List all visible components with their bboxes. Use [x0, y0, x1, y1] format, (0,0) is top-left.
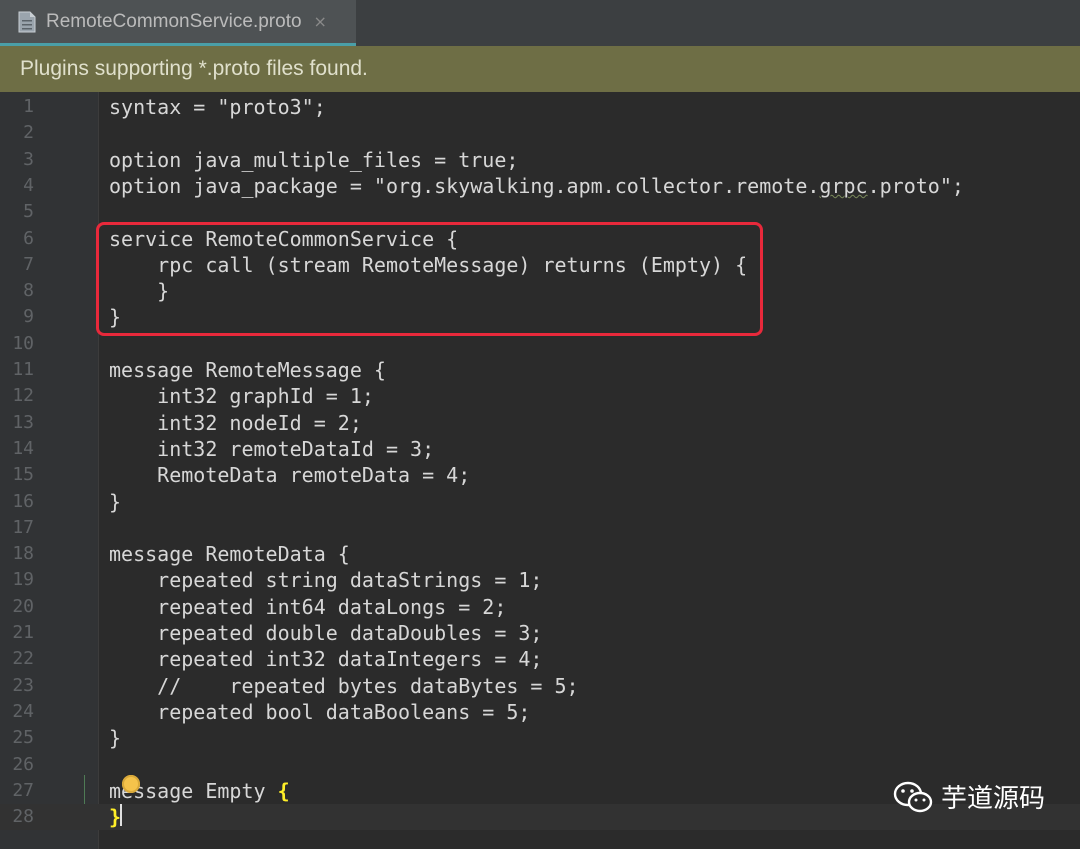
code-line[interactable]: 21 repeated double dataDoubles = 3;: [0, 620, 1080, 646]
line-number: 14: [12, 437, 34, 459]
line-number: 1: [23, 96, 34, 117]
code-line[interactable]: 24 repeated bool dataBooleans = 5;: [0, 699, 1080, 725]
line-number: 10: [12, 332, 34, 354]
wechat-icon: [893, 781, 933, 812]
line-number: 5: [23, 201, 34, 223]
code-text: RemoteData remoteData = 4;: [109, 463, 471, 488]
code-text: }: [109, 489, 122, 514]
code-line[interactable]: 2: [0, 120, 1080, 146]
lightbulb-icon[interactable]: [122, 775, 140, 793]
line-number: 23: [12, 674, 34, 696]
watermark-text: 芋道源码: [941, 784, 1046, 814]
spelling-squiggle: grpc: [819, 173, 868, 198]
line-number: 26: [12, 753, 34, 775]
code-line[interactable]: 1 syntax = "proto3";: [0, 94, 1080, 120]
code-line[interactable]: 22 repeated int32 dataIntegers = 4;: [0, 646, 1080, 672]
code-text: int32 remoteDataId = 3;: [109, 436, 435, 461]
banner-text: Plugins supporting *.proto files found.: [20, 57, 368, 80]
code-text: repeated int32 dataIntegers = 4;: [109, 647, 543, 672]
code-text: option java_package = "org.skywalking.ap…: [109, 173, 964, 198]
code-line[interactable]: 18 message RemoteData {: [0, 541, 1080, 567]
matching-brace: {: [277, 778, 290, 803]
code-line[interactable]: 23 // repeated bytes dataBytes = 5;: [0, 673, 1080, 699]
code-line[interactable]: 15 RemoteData remoteData = 4;: [0, 462, 1080, 488]
watermark: 芋道源码: [893, 778, 1045, 815]
line-number: 22: [12, 648, 34, 670]
line-number: 27: [12, 779, 34, 801]
line-number: 12: [12, 385, 34, 407]
close-icon[interactable]: ×: [314, 12, 327, 31]
line-number: 24: [12, 700, 34, 722]
tab-remote-common-service[interactable]: RemoteCommonService.proto ×: [0, 0, 356, 46]
code-line[interactable]: 14 int32 remoteDataId = 3;: [0, 436, 1080, 462]
code-text: repeated bool dataBooleans = 5;: [109, 699, 531, 724]
code-editor[interactable]: 1 syntax = "proto3"; 2 3 option java_multipl…: [0, 92, 1080, 849]
line-number: 11: [12, 359, 34, 380]
code-text: message RemoteMessage {: [109, 358, 386, 382]
editor-tab-bar: RemoteCommonService.proto ×: [0, 0, 1080, 47]
code-line[interactable]: 11 message RemoteMessage {: [0, 357, 1080, 383]
line-number: 13: [12, 411, 34, 433]
code-line[interactable]: 12 int32 graphId = 1;: [0, 383, 1080, 409]
service-highlight-box: [96, 222, 763, 336]
line-number: 21: [12, 622, 34, 643]
code-text: repeated double dataDoubles = 3;: [109, 621, 543, 645]
code-text: int32 graphId = 1;: [109, 384, 374, 409]
code-line[interactable]: 16}: [0, 489, 1080, 515]
line-number: 28: [12, 806, 34, 828]
line-number: 18: [12, 543, 34, 565]
code-line[interactable]: 13 int32 nodeId = 2;: [0, 410, 1080, 436]
code-line[interactable]: 26: [0, 752, 1080, 778]
code-text: repeated int64 dataLongs = 2;: [109, 594, 507, 619]
code-text: option java_multiple_files = true;: [109, 147, 519, 172]
line-number: 16: [12, 490, 34, 512]
code-line[interactable]: 4 option java_package = "org.skywalking.a…: [0, 173, 1080, 199]
code-line[interactable]: 25}: [0, 725, 1080, 751]
line-number: 8: [23, 280, 34, 302]
line-number: 25: [12, 727, 34, 749]
text-caret: [120, 804, 122, 826]
line-number: 4: [23, 174, 34, 196]
line-number: 2: [23, 122, 34, 144]
line-number: 3: [23, 148, 34, 170]
line-number: 19: [12, 569, 34, 591]
plugin-notification-banner: Plugins supporting *.proto files found.: [0, 46, 1080, 92]
code-text: message RemoteData {: [109, 542, 350, 567]
line-number: 9: [23, 306, 34, 328]
line-number: 17: [12, 516, 34, 538]
code-line[interactable]: 3 option java_multiple_files = true;: [0, 147, 1080, 173]
code-line[interactable]: 19 repeated string dataStrings = 1;: [0, 567, 1080, 593]
line-number: 20: [12, 595, 34, 617]
line-number: 7: [23, 253, 34, 275]
code-line[interactable]: 20 repeated int64 dataLongs = 2;: [0, 594, 1080, 620]
code-text: }: [109, 726, 122, 751]
code-text: syntax = "proto3";: [109, 95, 326, 119]
line-number: 6: [23, 227, 34, 249]
line-number: 15: [12, 464, 34, 486]
code-text: int32 nodeId = 2;: [109, 410, 362, 435]
code-text: // repeated bytes dataBytes = 5;: [109, 673, 579, 698]
code-line[interactable]: 17: [0, 515, 1080, 541]
tab-title: RemoteCommonService.proto: [46, 10, 302, 32]
file-icon: [18, 11, 36, 32]
code-text: repeated string dataStrings = 1;: [109, 568, 543, 593]
